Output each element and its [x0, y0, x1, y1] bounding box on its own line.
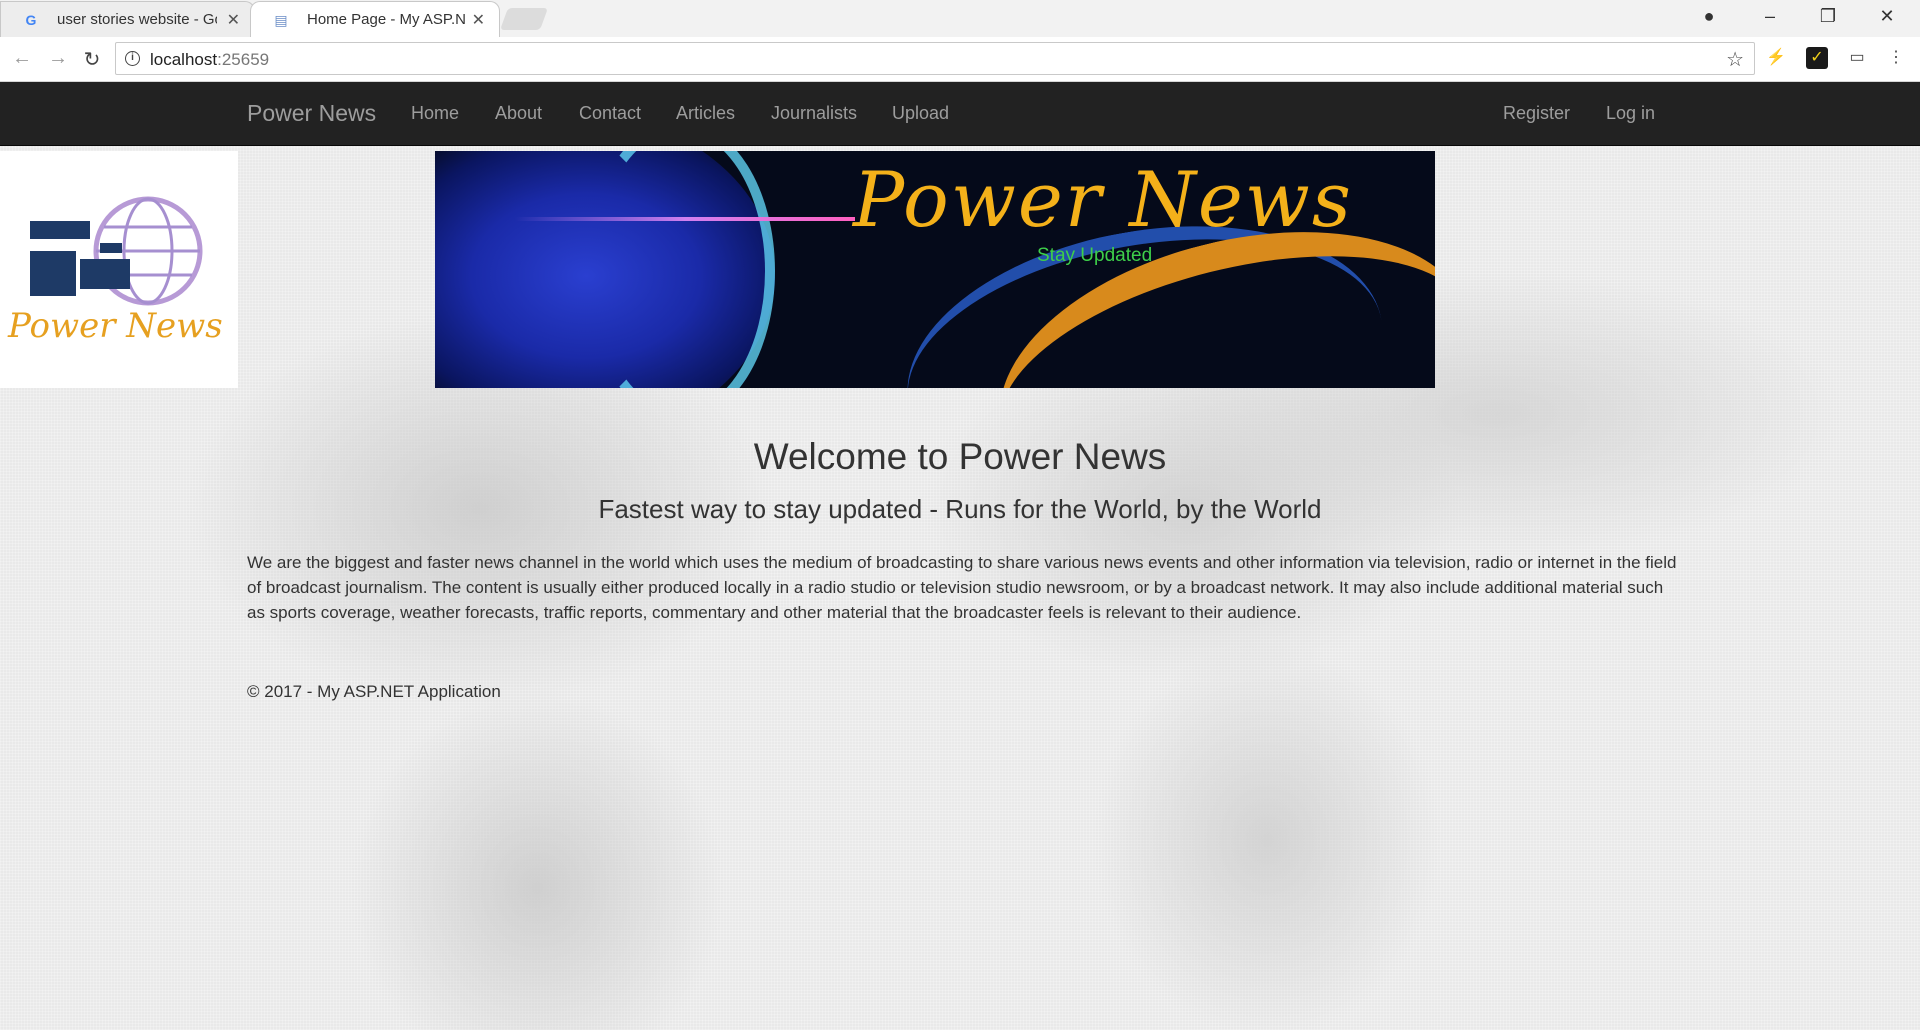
- page-title: Welcome to Power News: [753, 436, 1167, 477]
- header-banner: Power News Stay Updated: [435, 151, 1435, 388]
- nav-link-register[interactable]: Register: [1503, 103, 1570, 124]
- navbar-brand[interactable]: Power News: [247, 100, 376, 127]
- page-subtitle: Fastest way to stay updated - Runs for t…: [598, 494, 1322, 524]
- logo-text: Power News: [7, 306, 223, 346]
- close-tab-icon[interactable]: ✕: [227, 10, 240, 30]
- reload-icon[interactable]: ↻: [80, 47, 104, 72]
- url-text: localhost:25659: [150, 50, 270, 69]
- banner-tagline: Stay Updated: [1037, 245, 1153, 266]
- google-g-icon: G: [25, 12, 37, 28]
- browser-toolbar: ← → ↻ i localhost:25659 ☆ ⚡ ✓ ▭ ⋮: [0, 37, 1920, 82]
- cast-icon[interactable]: ▭: [1846, 47, 1868, 69]
- site-info-icon[interactable]: i: [125, 51, 140, 66]
- nav-link-login[interactable]: Log in: [1606, 103, 1655, 124]
- tab-google-search[interactable]: G user stories website - Go ✕: [0, 1, 255, 37]
- browser-tab-strip: G user stories website - Go ✕ ▤ Home Pag…: [0, 0, 1920, 37]
- nav-link-articles[interactable]: Articles: [676, 103, 735, 124]
- extension-lightning-icon[interactable]: ⚡: [1765, 47, 1787, 69]
- back-icon[interactable]: ←: [10, 47, 34, 70]
- power-news-logo-image: Power News: [7, 196, 223, 346]
- nav-link-home[interactable]: Home: [411, 103, 459, 124]
- nav-link-contact[interactable]: Contact: [579, 103, 641, 124]
- address-bar[interactable]: i localhost:25659 ☆: [115, 42, 1755, 75]
- minimize-icon[interactable]: –: [1758, 6, 1782, 27]
- restore-icon[interactable]: ❐: [1816, 6, 1840, 27]
- page-icon: ▤: [274, 12, 288, 28]
- page-body: Power News Home About Contact Articles J…: [0, 82, 1920, 1030]
- footer-copyright: © 2017 - My ASP.NET Application: [247, 682, 501, 701]
- close-window-icon[interactable]: ✕: [1875, 6, 1899, 27]
- site-navbar: Power News Home About Contact Articles J…: [0, 82, 1920, 146]
- banner-title: Power News: [853, 155, 1353, 244]
- menu-kebab-icon[interactable]: ⋮: [1885, 47, 1907, 69]
- nav-link-about[interactable]: About: [495, 103, 542, 124]
- close-tab-icon[interactable]: ✕: [472, 10, 485, 30]
- tab-title: Home Page - My ASP.NE: [307, 11, 467, 28]
- tab-title: user stories website - Go: [57, 11, 217, 28]
- bookmark-star-icon[interactable]: ☆: [1726, 47, 1744, 72]
- intro-paragraph: We are the biggest and faster news chann…: [247, 553, 1677, 622]
- profile-icon[interactable]: ●: [1697, 6, 1721, 27]
- new-tab-button[interactable]: [499, 8, 549, 30]
- site-logo: Power News: [0, 151, 238, 388]
- tab-home-page[interactable]: ▤ Home Page - My ASP.NE ✕: [250, 1, 500, 37]
- extension-check-icon[interactable]: ✓: [1806, 47, 1828, 69]
- nav-link-upload[interactable]: Upload: [892, 103, 949, 124]
- forward-icon[interactable]: →: [46, 47, 70, 70]
- nav-link-journalists[interactable]: Journalists: [771, 103, 857, 124]
